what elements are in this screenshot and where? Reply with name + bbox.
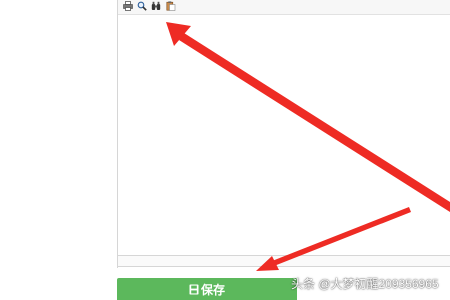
paste-icon[interactable] bbox=[165, 0, 176, 11]
editor-status-bar bbox=[118, 255, 450, 267]
editor-toolbar bbox=[118, 0, 450, 15]
save-icon bbox=[189, 284, 199, 295]
find-icon[interactable] bbox=[150, 0, 161, 11]
page: 保存 头条 @大梦初醒209356965 bbox=[0, 0, 450, 300]
save-button[interactable]: 保存 bbox=[117, 278, 297, 300]
rich-text-editor bbox=[117, 0, 450, 268]
watermark-text: 头条 @大梦初醒209356965 bbox=[291, 277, 439, 291]
editor-content-area[interactable] bbox=[118, 15, 450, 255]
save-button-label: 保存 bbox=[200, 282, 225, 297]
print-icon[interactable] bbox=[122, 0, 133, 11]
preview-icon[interactable] bbox=[136, 0, 147, 11]
